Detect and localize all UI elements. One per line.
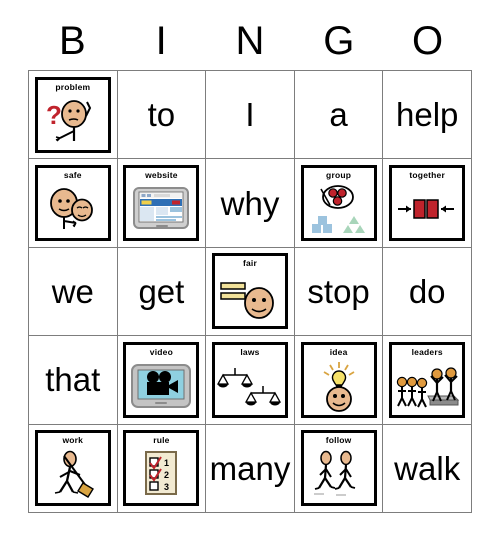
- bingo-cell-idea[interactable]: idea: [294, 336, 384, 425]
- work-icon: [38, 445, 108, 504]
- tile-label: group: [326, 170, 352, 181]
- cell-word: do: [408, 272, 446, 310]
- website-icon: [126, 180, 196, 239]
- tile-label: fair: [242, 258, 257, 269]
- safe-icon: [38, 180, 108, 239]
- cell-word: help: [395, 96, 459, 134]
- bingo-cell-stop[interactable]: stop: [294, 247, 384, 337]
- bingo-cell-laws[interactable]: laws: [206, 336, 295, 425]
- svg-text:3: 3: [164, 482, 169, 492]
- bingo-cell-safe[interactable]: safe: [29, 159, 118, 248]
- bingo-header-letter-o: O: [412, 19, 444, 63]
- bingo-header-letter-b: B: [59, 19, 86, 63]
- svg-text:2: 2: [164, 470, 169, 480]
- picture-tile: leaders: [389, 341, 466, 418]
- bingo-cell-group[interactable]: group: [294, 159, 384, 248]
- bingo-cell-many[interactable]: many: [206, 424, 295, 513]
- bingo-cell-I[interactable]: I: [206, 71, 295, 160]
- picture-tile: fair: [211, 253, 288, 330]
- tile-label: follow: [325, 435, 352, 446]
- bingo-cell-rule[interactable]: rule 1 2 3: [117, 424, 207, 513]
- svg-text:?: ?: [46, 100, 62, 130]
- tile-label: together: [409, 170, 445, 181]
- bingo-cell-a[interactable]: a: [294, 71, 384, 160]
- bingo-cell-do[interactable]: do: [383, 247, 472, 337]
- bingo-header-letter-n: N: [235, 19, 265, 63]
- bingo-cell-video[interactable]: video: [117, 336, 207, 425]
- bingo-cell-get[interactable]: get: [117, 247, 207, 337]
- bingo-cell-walk[interactable]: walk: [383, 424, 472, 513]
- tile-label: website: [145, 170, 178, 181]
- cell-word: we: [51, 272, 94, 310]
- tile-label: laws: [240, 346, 260, 357]
- bingo-card: B I N G O problem? to Ia help safe website why…: [0, 0, 500, 544]
- cell-word: walk: [394, 449, 461, 487]
- picture-tile: follow: [300, 430, 377, 507]
- picture-tile: together: [389, 165, 466, 242]
- bingo-header-row: B I N G O: [28, 14, 472, 68]
- bingo-grid: problem? to Ia help safe website why group toget…: [28, 70, 472, 513]
- fair-icon: [215, 268, 285, 327]
- follow-icon: [304, 445, 374, 504]
- tile-label: problem: [55, 81, 91, 92]
- cell-word: I: [245, 96, 255, 134]
- picture-tile: group: [300, 165, 377, 242]
- bingo-cell-together[interactable]: together: [383, 159, 472, 248]
- picture-tile: website: [123, 165, 200, 242]
- bingo-cell-that[interactable]: that: [29, 336, 118, 425]
- bingo-cell-help[interactable]: help: [383, 71, 472, 160]
- tile-label: idea: [329, 346, 348, 357]
- bingo-header-letter-g: G: [323, 19, 355, 63]
- bingo-cell-to[interactable]: to: [117, 71, 207, 160]
- picture-tile: laws: [211, 341, 288, 418]
- picture-tile: work: [34, 430, 111, 507]
- rule-icon: 1 2 3: [126, 445, 196, 504]
- bingo-cell-why[interactable]: why: [206, 159, 295, 248]
- cell-word: get: [138, 272, 185, 310]
- cell-word: why: [220, 184, 280, 222]
- bingo-cell-work[interactable]: work: [29, 424, 118, 513]
- svg-text:1: 1: [164, 458, 169, 468]
- tile-label: leaders: [411, 346, 443, 357]
- tile-label: safe: [63, 170, 82, 181]
- leaders-icon: [392, 356, 462, 415]
- picture-tile: problem?: [34, 76, 111, 153]
- tile-label: rule: [153, 435, 170, 446]
- bingo-cell-we[interactable]: we: [29, 247, 118, 337]
- cell-word: to: [147, 96, 176, 134]
- picture-tile: video: [123, 341, 200, 418]
- bingo-cell-fair[interactable]: fair: [206, 247, 295, 337]
- idea-icon: [304, 356, 374, 415]
- together-icon: [392, 180, 462, 239]
- cell-word: many: [209, 449, 291, 487]
- cell-word: that: [45, 361, 101, 399]
- laws-icon: [215, 356, 285, 415]
- cell-word: a: [329, 96, 348, 134]
- bingo-cell-follow[interactable]: follow: [294, 424, 384, 513]
- bingo-cell-problem[interactable]: problem?: [29, 71, 118, 160]
- picture-tile: idea: [300, 341, 377, 418]
- tile-label: work: [62, 435, 84, 446]
- picture-tile: safe: [34, 165, 111, 242]
- cell-word: stop: [307, 272, 370, 310]
- bingo-cell-leaders[interactable]: leaders: [383, 336, 472, 425]
- picture-tile: rule 1 2 3: [123, 430, 200, 507]
- video-icon: [126, 356, 196, 415]
- bingo-header-letter-i: I: [155, 19, 167, 63]
- bingo-cell-website[interactable]: website: [117, 159, 207, 248]
- tile-label: video: [149, 346, 173, 357]
- group-icon: [304, 180, 374, 239]
- problem-icon: ?: [38, 91, 108, 150]
